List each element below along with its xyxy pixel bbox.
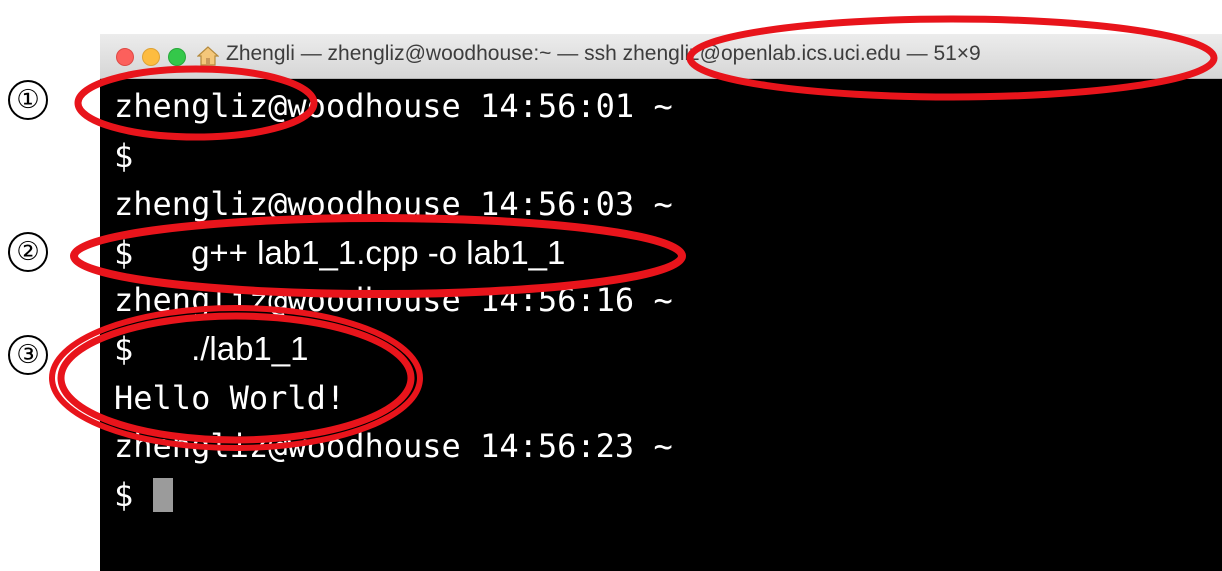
terminal-line: zhengliz@woodhouse 14:56:23 ~	[114, 427, 673, 465]
terminal-line: zhengliz@woodhouse 14:56:03 ~	[114, 185, 673, 223]
terminal-line: zhengliz@woodhouse 14:56:16 ~	[114, 281, 673, 319]
step-marker-1: ①	[8, 80, 48, 120]
close-icon[interactable]	[116, 48, 134, 66]
window-title: Zhengli — zhengliz@woodhouse:~ — ssh zhe…	[226, 42, 981, 65]
minimize-icon[interactable]	[142, 48, 160, 66]
terminal-line: zhengliz@woodhouse 14:56:01 ~	[114, 87, 673, 125]
zoom-icon[interactable]	[168, 48, 186, 66]
terminal-line: $ g++ lab1_1.cpp -o lab1_1	[114, 236, 565, 269]
step-marker-2: ②	[8, 232, 48, 272]
text-cursor	[152, 478, 173, 512]
terminal-line: $ ./lab1_1	[114, 332, 309, 365]
terminal-content[interactable]: zhengliz@woodhouse 14:56:01 ~ $ zhengliz…	[100, 78, 1222, 571]
prompt: $	[114, 234, 134, 272]
terminal-line: $	[114, 137, 134, 175]
home-icon	[196, 45, 220, 67]
run-command: ./lab1_1	[191, 330, 309, 367]
title-bar: Zhengli — zhengliz@woodhouse:~ — ssh zhe…	[100, 34, 1222, 79]
compile-command: g++ lab1_1.cpp -o lab1_1	[191, 234, 566, 271]
prompt: $	[114, 476, 134, 514]
prompt: $	[114, 330, 134, 368]
terminal-line: $	[114, 478, 173, 512]
program-output: Hello World!	[114, 379, 346, 417]
terminal-window: Zhengli — zhengliz@woodhouse:~ — ssh zhe…	[100, 34, 1222, 571]
step-marker-3: ③	[8, 335, 48, 375]
